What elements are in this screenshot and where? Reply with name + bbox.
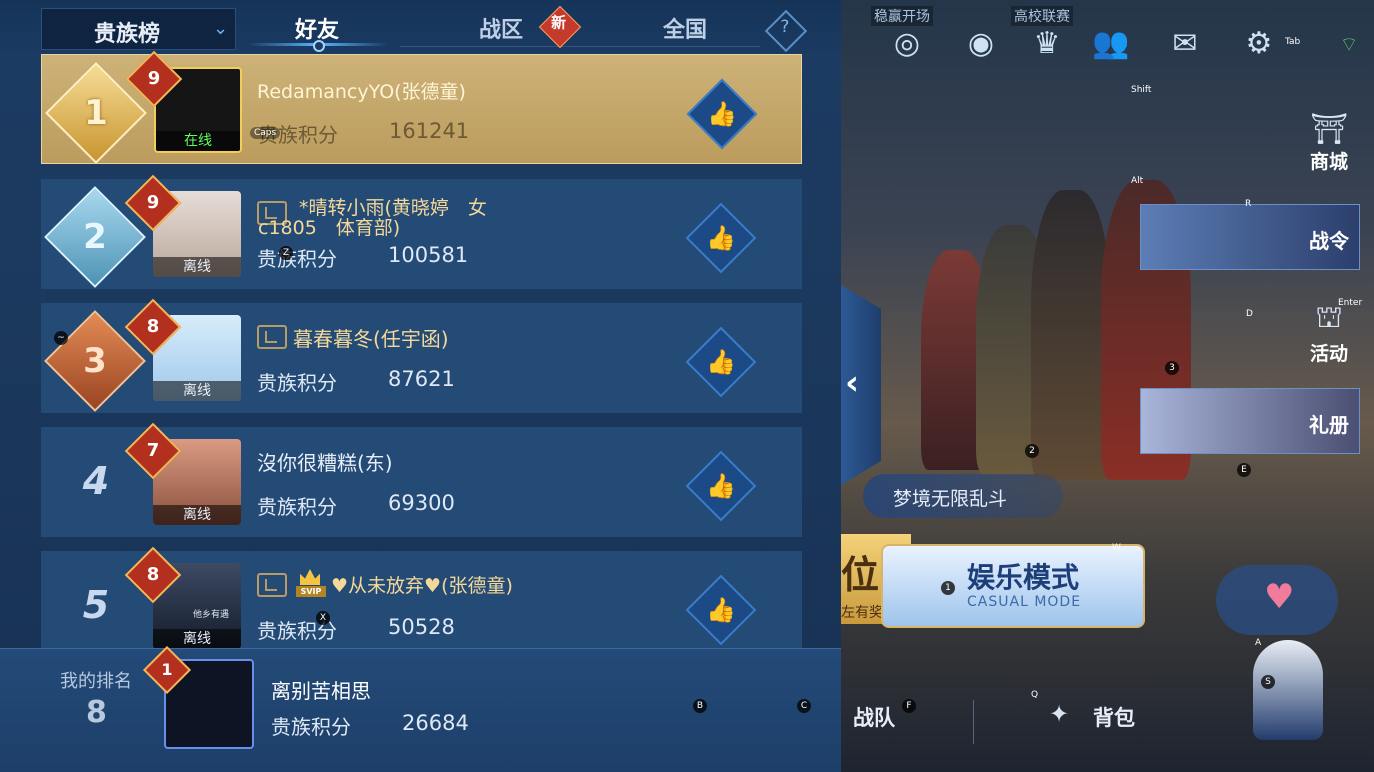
thumbs-up-icon: 👍: [706, 224, 736, 252]
score-label: 贵族积分: [271, 715, 351, 739]
dropdown-label: 贵族榜: [94, 22, 161, 47]
casual-mode-button[interactable]: 娱乐模式 CASUAL MODE: [881, 544, 1145, 628]
board-type-dropdown[interactable]: 贵族榜 ⌄: [41, 8, 236, 50]
my-rank-number: 8: [86, 695, 107, 730]
gift-book-banner[interactable]: 礼册: [1140, 388, 1360, 454]
chevron-down-icon: ⌄: [213, 18, 229, 39]
leaderboard-row[interactable]: 3 离线 8 暮春暮冬(任宇函) 贵族积分 87621 👍: [41, 298, 802, 413]
leaderboard-panel: 贵族榜 ⌄ 好友 战区 新 全国 ? 1 在线 9 RedamancyYO(张德…: [0, 0, 841, 772]
divider: [973, 700, 974, 744]
player-name: RedamancyYO(张德童): [257, 81, 466, 103]
like-button[interactable]: 👍: [685, 326, 757, 398]
game-lobby-scene: 稳赢开场 高校联赛 ◎ ◉ ♛ 👥 ✉ ⚙ Tab ⌔ ⛩ 商城 战令 ⛫ 活动…: [841, 0, 1374, 772]
player-name-line2: c1805 体育部): [258, 217, 401, 239]
my-rank-bar: 我的排名 8 1 离别苦相思 贵族积分 26684: [0, 645, 841, 772]
chevron-left-icon: ‹: [845, 363, 860, 403]
key-hint: Caps: [250, 127, 281, 139]
online-status: 在线: [156, 131, 240, 151]
gear-icon[interactable]: ⚙: [1239, 24, 1279, 64]
my-score: 26684: [402, 711, 469, 735]
key-hint: ~: [54, 331, 68, 345]
dream-brawl-button[interactable]: 梦境无限乱斗: [863, 474, 1063, 518]
shop-icon: ⛩: [1309, 112, 1349, 147]
player-name: ♥从未放弃♥(张德童): [331, 575, 513, 597]
score-value: 69300: [388, 491, 455, 515]
shop-button[interactable]: ⛩ 商城: [1299, 112, 1359, 174]
score-value: 161241: [389, 119, 470, 143]
offline-status: 离线: [153, 257, 241, 277]
offline-status: 离线: [153, 505, 241, 525]
friends-icon[interactable]: 👥: [1091, 24, 1131, 64]
thumbs-up-icon: 👍: [706, 596, 736, 624]
score-value: 100581: [388, 243, 469, 267]
thumbs-up-icon: 👍: [706, 348, 736, 376]
leaderboard-row[interactable]: 4 离线 7 沒你很糟糕(东) 贵族积分 69300 👍: [41, 422, 802, 537]
leaderboard-row[interactable]: 5 他乡有遇 离线 8 SVIP ♥从未放弃♥(张德童) 贵族积分 50528 …: [41, 546, 802, 661]
bag-button[interactable]: 背包: [1093, 702, 1135, 732]
bag-icon: ✦: [1049, 700, 1070, 728]
like-button[interactable]: 👍: [685, 574, 757, 646]
my-name: 离别苦相思: [271, 679, 371, 703]
tab-region[interactable]: 战区: [479, 12, 523, 44]
key-hint: C: [797, 699, 811, 713]
battlepass-banner[interactable]: 战令: [1140, 204, 1360, 270]
trophy-icon[interactable]: ♛: [1027, 24, 1067, 64]
wifi-icon: ⌔: [1339, 32, 1359, 56]
score-label: 贵族积分: [257, 495, 337, 519]
promo-label: 高校联赛: [1011, 6, 1073, 26]
hero-figure: [1031, 190, 1111, 480]
thumbs-up-icon: 👍: [706, 472, 736, 500]
offline-status: 离线: [153, 381, 241, 401]
like-button[interactable]: 👍: [686, 78, 758, 150]
heart-icon: ♥: [1264, 577, 1295, 617]
tab-divider: [400, 46, 760, 47]
my-rank-label: 我的排名: [60, 671, 132, 692]
target-icon[interactable]: ◎: [887, 24, 927, 64]
score-label: 贵族积分: [257, 247, 337, 271]
leaderboard-row[interactable]: 2 离线 9 *晴转小雨(黄晓婷 女 c1805 体育部) 贵族积分 10058…: [41, 174, 802, 289]
rank-number: 4: [82, 459, 110, 503]
player-name: 沒你很糟糕(东): [257, 451, 393, 475]
score-value: 87621: [388, 367, 455, 391]
player-name: 暮春暮冬(任宇函): [293, 327, 449, 351]
avatar-overlay-text: 他乡有遇: [193, 610, 230, 620]
key-hint: Z: [279, 246, 293, 260]
leaderboard-row[interactable]: 1 在线 9 RedamancyYO(张德童) 贵族积分 161241 👍: [41, 50, 802, 164]
eye-icon[interactable]: ◉: [961, 24, 1001, 64]
mascot-figure[interactable]: [1253, 640, 1323, 740]
rank-number: 5: [82, 583, 110, 627]
question-icon: ?: [780, 17, 790, 38]
heart-button[interactable]: ♥: [1216, 565, 1338, 635]
key-hint: X: [316, 611, 330, 625]
svip-icon: SVIP: [296, 569, 326, 599]
noble-frame-icon: [257, 573, 287, 597]
mail-icon[interactable]: ✉: [1165, 24, 1205, 64]
like-button[interactable]: 👍: [685, 202, 757, 274]
key-hint: B: [693, 699, 707, 713]
event-button[interactable]: ⛫ 活动: [1299, 300, 1359, 366]
noble-frame-icon: [257, 325, 287, 349]
thumbs-up-icon: 👍: [707, 100, 737, 128]
score-label: 贵族积分: [257, 371, 337, 395]
collapse-panel-button[interactable]: ‹: [841, 285, 881, 485]
promo-label: 稳赢开场: [871, 6, 933, 26]
active-tab-dot: [313, 40, 325, 52]
tab-national[interactable]: 全国: [663, 12, 707, 44]
team-button[interactable]: 战队: [853, 702, 895, 732]
score-value: 50528: [388, 615, 455, 639]
like-button[interactable]: 👍: [685, 450, 757, 522]
